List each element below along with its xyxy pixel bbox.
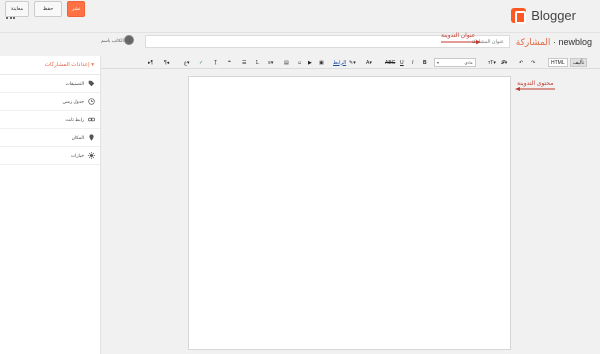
clock-icon — [88, 98, 95, 105]
title-annotation-arrow — [441, 40, 481, 44]
clear-format-icon[interactable]: Ṯ — [214, 58, 217, 67]
post-settings-header[interactable]: ▾ إعدادات المشاركات — [0, 56, 100, 75]
location-pin-icon — [89, 134, 94, 141]
spellcheck-icon[interactable]: ✓ — [199, 58, 203, 67]
content-annotation: محتوى التدوينة — [517, 81, 554, 87]
save-button[interactable]: حفظ — [34, 1, 62, 17]
tag-icon — [88, 80, 95, 87]
brand-name: Blogger — [531, 8, 576, 23]
jump-break-icon[interactable]: ▤ — [284, 58, 289, 67]
highlight-icon[interactable]: ✎▾ — [349, 58, 356, 67]
redo-icon[interactable]: ↷ — [531, 58, 535, 67]
avatar[interactable] — [124, 35, 134, 45]
sidebar-item-schedule[interactable]: جدول زمني — [0, 93, 100, 111]
font-icon[interactable]: 𝓕▾ — [501, 58, 507, 67]
italic-icon[interactable]: I — [412, 58, 413, 67]
ltr-icon[interactable]: ▸¶ — [148, 58, 153, 67]
link-button[interactable]: الرابط — [333, 58, 346, 67]
publish-button[interactable]: نشر — [67, 1, 85, 17]
sidebar-item-location[interactable]: المكان — [0, 129, 100, 147]
breadcrumb-blog[interactable]: newblog — [558, 37, 592, 47]
sidebar-item-permalink[interactable]: رابط ثابت — [0, 111, 100, 129]
video-icon[interactable]: ▶ — [308, 58, 312, 67]
title-annotation: عنوان التدوينة — [441, 33, 476, 39]
font-select[interactable]: ▾ عادي — [434, 58, 476, 67]
sidebar-item-options[interactable]: خيارات — [0, 147, 100, 165]
bulleted-list-icon[interactable]: ☰ — [242, 58, 246, 67]
link-icon — [88, 117, 95, 122]
underline-icon[interactable]: U — [400, 58, 404, 67]
post-settings-sidebar: ▾ إعدادات المشاركات التصنيفات جدول زمني … — [0, 56, 101, 354]
strikethrough-icon[interactable]: ABC — [385, 58, 395, 67]
breadcrumb-separator: · — [552, 37, 556, 47]
translit-icon[interactable]: ع▾ — [184, 58, 190, 67]
content-annotation-arrow — [515, 87, 555, 91]
gear-icon — [88, 152, 95, 159]
quote-icon[interactable]: ❝ — [228, 58, 231, 67]
brand[interactable]: Blogger — [511, 8, 576, 24]
text-color-icon[interactable]: A▾ — [366, 58, 372, 67]
font-size-icon[interactable]: тT▾ — [488, 58, 496, 67]
bold-icon[interactable]: B — [423, 58, 427, 67]
sidebar-item-labels[interactable]: التصنيفات — [0, 75, 100, 93]
preview-button[interactable]: معاينة — [5, 1, 29, 17]
post-body-editor[interactable] — [188, 76, 511, 350]
undo-icon[interactable]: ↶ — [519, 58, 523, 67]
emoji-icon[interactable]: ☺ — [297, 58, 302, 67]
rtl-icon[interactable]: ¶◂ — [164, 58, 169, 67]
editor-toolbar: تأليف HTML ↷ ↶ 𝓕▾ тT▾ ▾ عادي B I U ABC A▾… — [101, 56, 600, 69]
app-bar: Blogger — [0, 0, 600, 33]
breadcrumb-section: المشاركة — [515, 37, 551, 47]
image-icon[interactable]: ▣ — [319, 58, 324, 67]
align-icon[interactable]: ≡▾ — [268, 58, 273, 67]
blogger-logo-icon — [511, 8, 527, 24]
numbered-list-icon[interactable]: ⒈ — [255, 58, 260, 67]
author-name: الكاتب باسم — [101, 38, 124, 43]
html-mode-button[interactable]: HTML — [548, 58, 568, 67]
compose-mode-button[interactable]: تأليف — [570, 58, 588, 67]
breadcrumb: newblog · المشاركة — [516, 37, 592, 48]
